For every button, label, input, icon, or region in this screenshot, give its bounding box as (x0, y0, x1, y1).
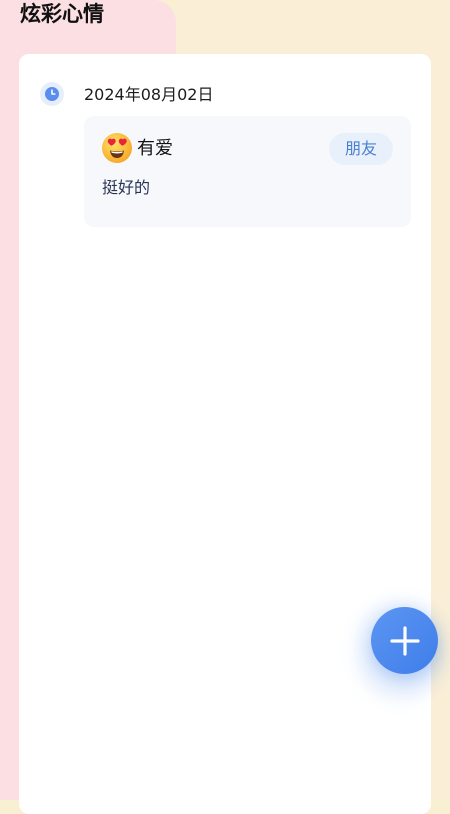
tag-badge[interactable]: 朋友 (329, 133, 393, 165)
add-entry-button[interactable] (371, 607, 438, 674)
entry-note: 挺好的 (102, 178, 151, 197)
entry-date: 2024年08月02日 (84, 85, 214, 104)
timeline-card: 2024年08月02日 有爱 朋友 挺好的 (19, 54, 431, 814)
mood-entry-card[interactable]: 有爱 朋友 挺好的 (84, 116, 411, 227)
clock-icon (40, 82, 64, 106)
mood-label: 有爱 (137, 138, 173, 159)
heart-eyes-emoji-icon (101, 132, 133, 164)
plus-icon (389, 625, 420, 656)
page-title: 炫彩心情 (20, 2, 104, 26)
